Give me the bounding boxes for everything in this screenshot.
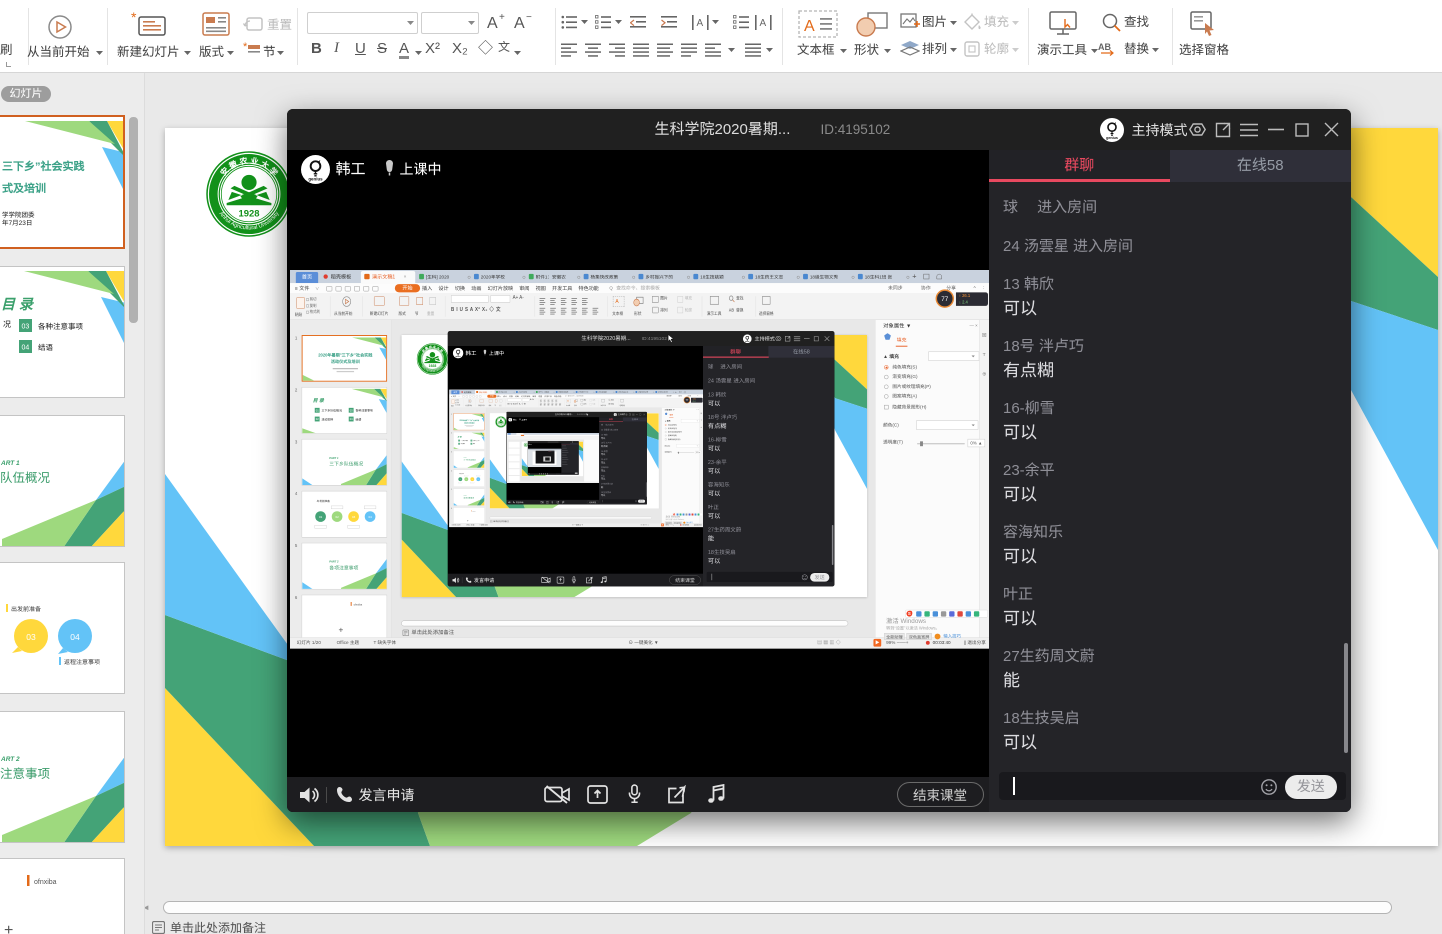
svg-text:活动仪式及培训: 活动仪式及培训 [464, 421, 475, 424]
svg-text:三下乡”社会实践: 三下乡”社会实践 [2, 158, 85, 174]
svg-text:genius: genius [1106, 136, 1118, 140]
svg-text:活动安排: 活动安排 [322, 417, 334, 421]
svg-text:1928: 1928 [239, 208, 260, 219]
svg-text:返程注意事项: 返程注意事项 [64, 657, 100, 666]
svg-text:02: 02 [335, 515, 339, 519]
svg-text:年7月23日: 年7月23日 [2, 217, 32, 227]
svg-text:三下乡队伍概况: 三下乡队伍概况 [322, 409, 342, 413]
svg-text:出发前准备: 出发前准备 [459, 473, 464, 475]
svg-text:队伍概况: 队伍概况 [0, 467, 51, 486]
svg-text:04: 04 [350, 417, 353, 421]
svg-text:03: 03 [350, 408, 353, 412]
svg-text:目 录: 目 录 [1, 294, 35, 314]
svg-text:各种注意事项: 各种注意事项 [473, 440, 480, 442]
svg-text:02: 02 [466, 479, 468, 481]
svg-text:04: 04 [478, 479, 480, 481]
svg-text:况: 况 [3, 319, 11, 330]
svg-text:2020年暑期"三下乡"社会实践: 2020年暑期"三下乡"社会实践 [318, 352, 373, 358]
svg-text:04: 04 [22, 345, 30, 352]
svg-text:04: 04 [70, 632, 80, 642]
svg-text:A: A [697, 18, 704, 29]
svg-text:三下乡队伍概况: 三下乡队伍概况 [460, 440, 468, 442]
svg-text:genius: genius [308, 177, 323, 182]
svg-text:各种注意事项: 各种注意事项 [356, 409, 374, 413]
svg-text:01: 01 [319, 515, 323, 519]
svg-text:出发前准备: 出发前准备 [317, 499, 331, 503]
svg-text:*: * [243, 41, 248, 53]
svg-text:03: 03 [22, 324, 30, 331]
svg-text:AB: AB [1098, 42, 1111, 52]
svg-text:04: 04 [368, 515, 372, 519]
svg-text:各项注意事项: 各项注意事项 [329, 564, 358, 571]
svg-text:结语: 结语 [356, 417, 362, 421]
svg-text:活动安排: 活动安排 [460, 443, 464, 445]
svg-text:01: 01 [316, 408, 319, 412]
svg-text:ART 1: ART 1 [0, 460, 20, 467]
svg-text:03: 03 [472, 479, 474, 481]
svg-text:目 录: 目 录 [313, 397, 325, 404]
svg-text:ART 2: ART 2 [0, 756, 20, 763]
svg-text:A: A [760, 18, 767, 29]
svg-text:ofnxiba: ofnxiba [472, 510, 476, 512]
svg-text:1928: 1928 [429, 364, 437, 368]
svg-text:出发前准备: 出发前准备 [11, 604, 41, 613]
svg-text:注意事项: 注意事项 [0, 763, 51, 782]
svg-text:PART 1: PART 1 [329, 456, 339, 460]
svg-text:活动仪式及培训: 活动仪式及培训 [331, 359, 360, 365]
svg-text:目 录: 目 录 [457, 436, 461, 439]
svg-text:各种注意事项: 各种注意事项 [38, 321, 83, 332]
svg-text:三下乡队伍概况: 三下乡队伍概况 [329, 461, 363, 468]
svg-text:03: 03 [26, 632, 36, 642]
svg-text:ofnxiba: ofnxiba [354, 602, 363, 606]
svg-text:三下乡队伍概况: 三下乡队伍概况 [463, 459, 476, 462]
svg-text:03: 03 [352, 515, 356, 519]
svg-text:结语: 结语 [473, 443, 475, 445]
svg-text:各项注意事项: 各项注意事项 [463, 496, 474, 499]
svg-text:结语: 结语 [38, 342, 53, 353]
svg-text:02: 02 [316, 417, 319, 421]
svg-text:*: * [131, 10, 137, 25]
svg-text:A: A [804, 18, 815, 35]
svg-text:ofnxiba: ofnxiba [34, 879, 57, 886]
svg-text:式及培训: 式及培训 [2, 180, 46, 196]
svg-text:PART 2: PART 2 [329, 560, 339, 564]
svg-text:01: 01 [460, 479, 462, 481]
